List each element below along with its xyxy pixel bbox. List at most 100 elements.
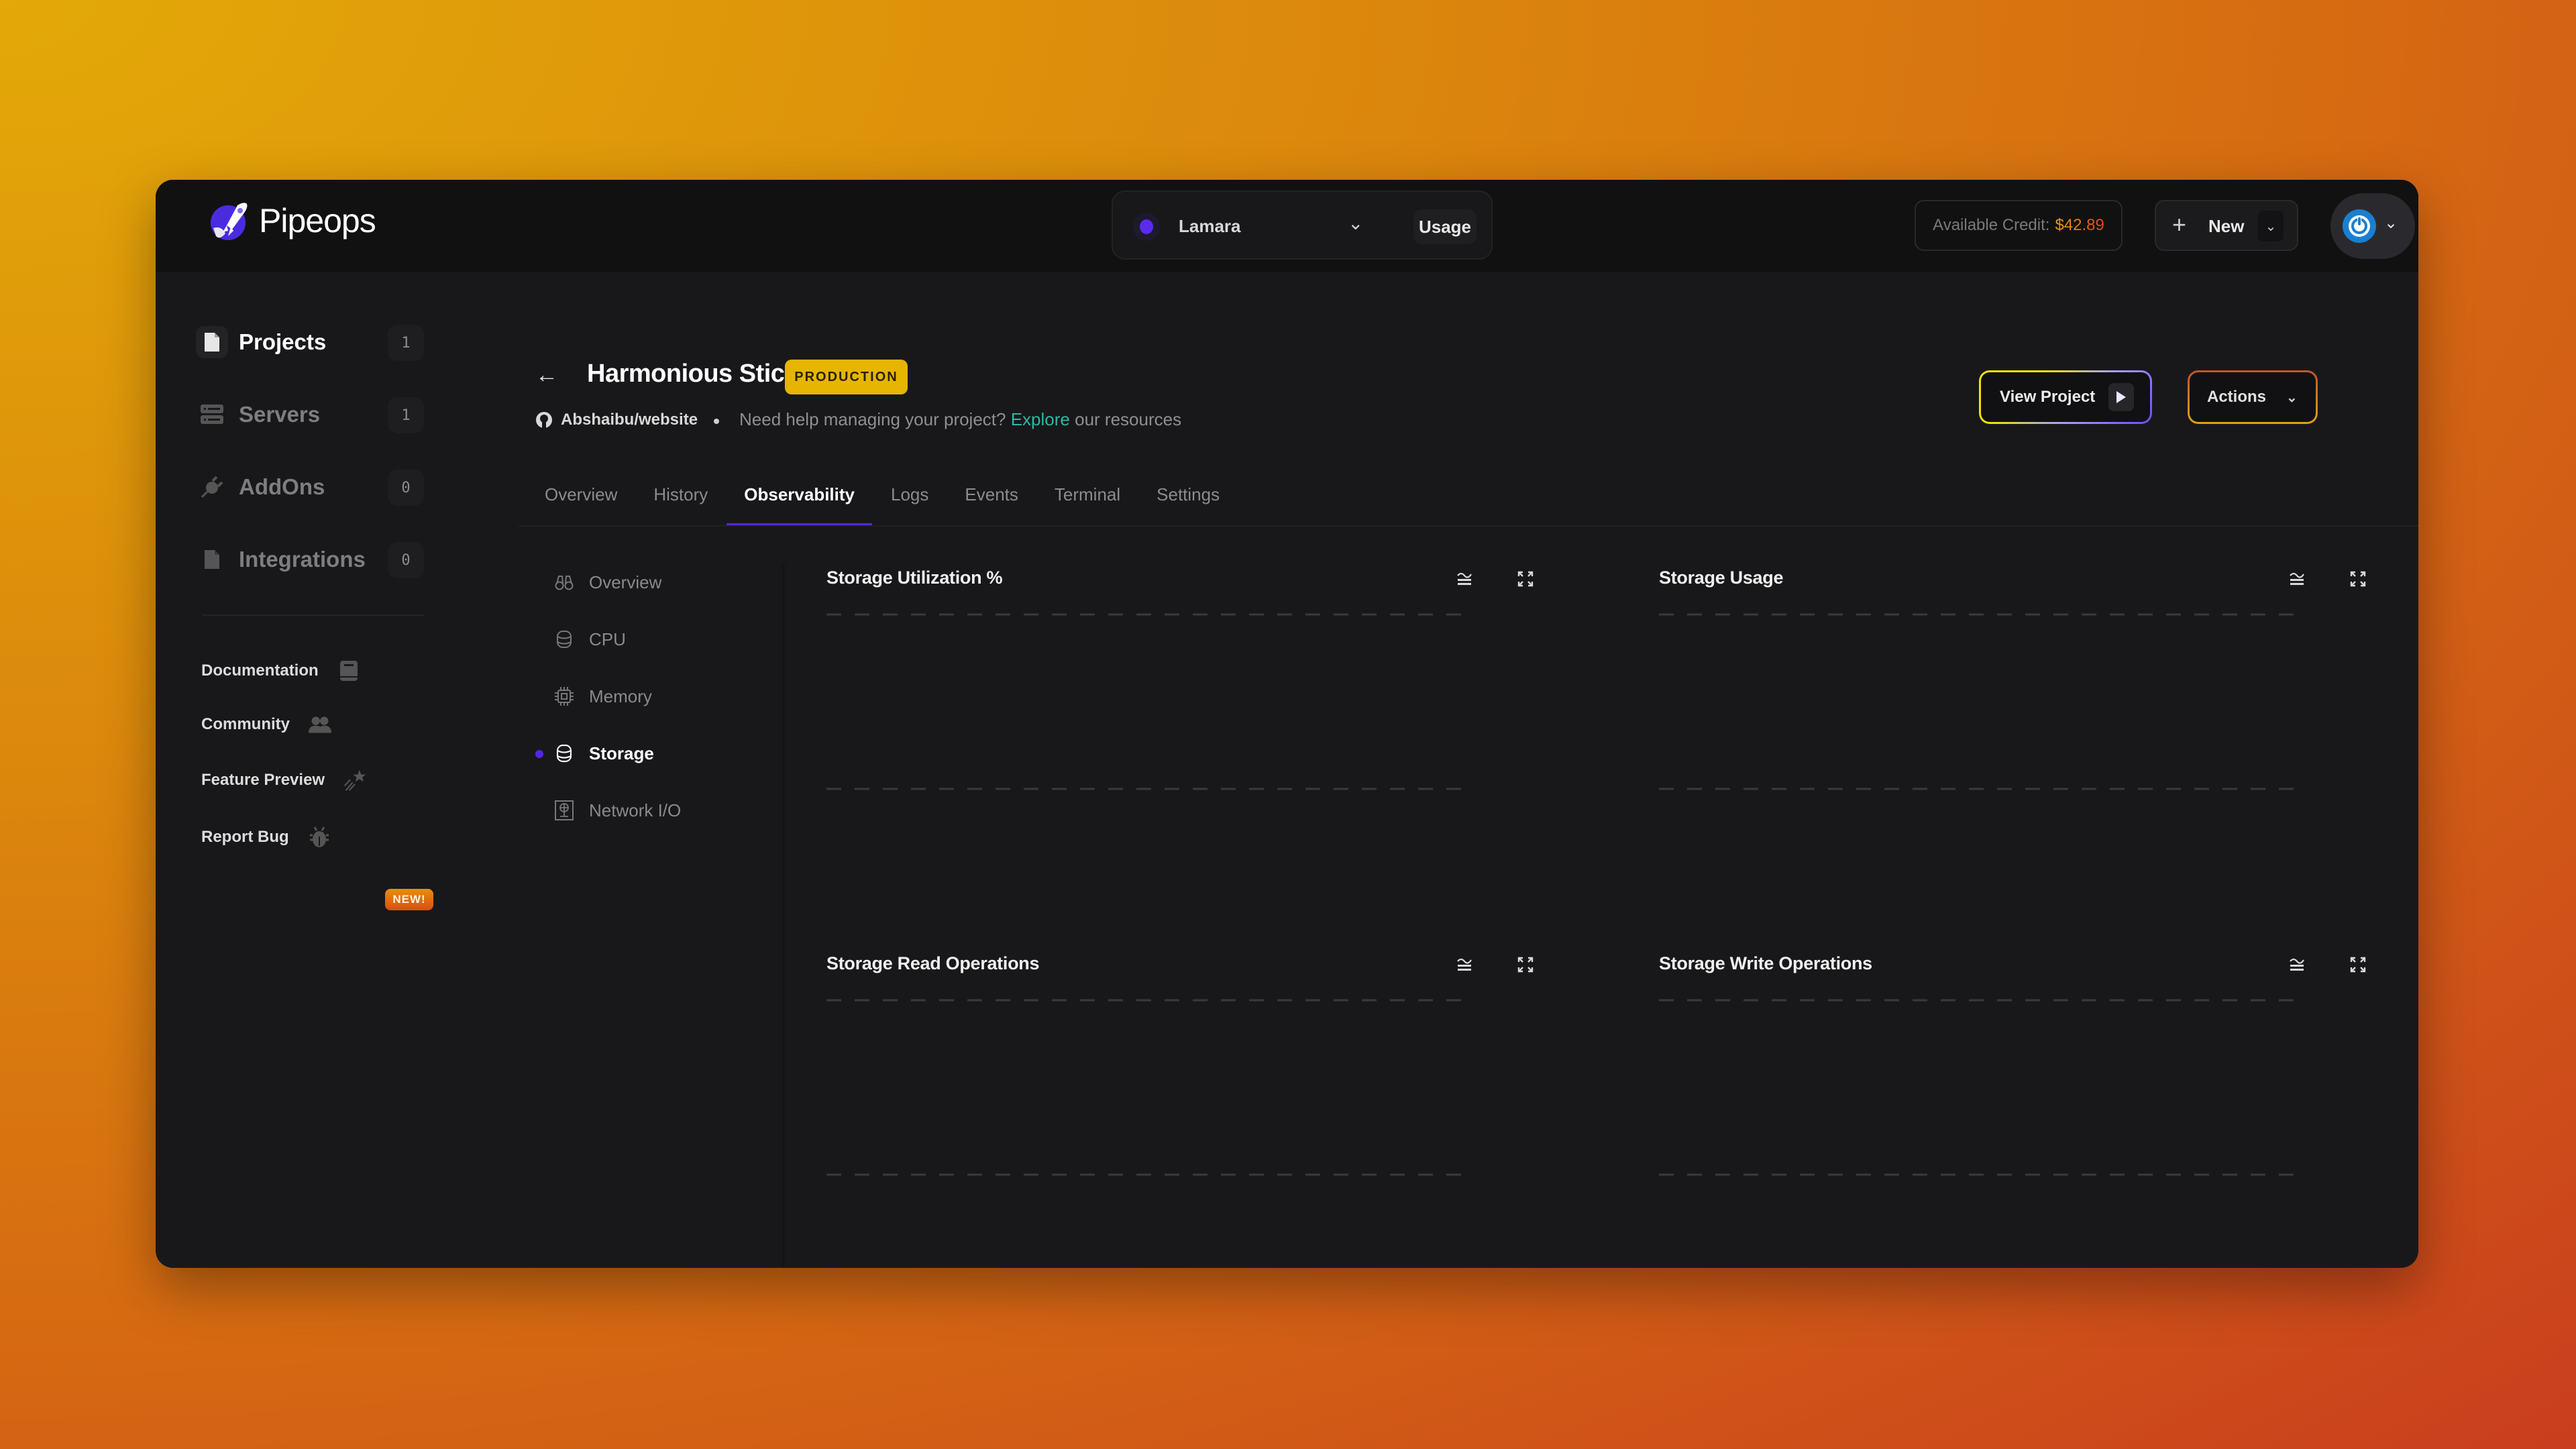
chart-plot xyxy=(826,999,1467,1176)
database-icon xyxy=(554,629,574,649)
chart-storage-read-operations: Storage Read Operations xyxy=(826,953,1551,1268)
help-suffix: our resources xyxy=(1075,409,1182,429)
sidebar-link-community[interactable]: Community xyxy=(201,711,331,738)
actions-label: Actions xyxy=(2207,388,2267,406)
environment-badge: PRODUCTION xyxy=(785,360,908,394)
link-label: Community xyxy=(201,715,290,733)
environment-selector[interactable]: Lamara ⌄ Usage xyxy=(1112,191,1493,260)
avatar xyxy=(2343,209,2376,243)
chart-type-toggle-icon[interactable] xyxy=(1453,953,1476,976)
help-text: Need help managing your project? Explore… xyxy=(739,409,1181,430)
project-title: Harmonious Stick xyxy=(587,360,799,388)
link-label: Documentation xyxy=(201,661,319,680)
view-project-label: View Project xyxy=(2000,388,2096,406)
tab-events[interactable]: Events xyxy=(965,475,1018,529)
sidebar-item-label: Servers xyxy=(239,402,321,427)
file-icon xyxy=(196,326,228,358)
chart-title: Storage Usage xyxy=(1659,568,1784,588)
view-project-button[interactable]: View Project xyxy=(1979,370,2152,424)
app-window: Pipeops Lamara ⌄ Usage Available Credit:… xyxy=(156,180,2418,1268)
chart-type-toggle-icon[interactable] xyxy=(1453,568,1476,590)
project-tabs: Overview History Observability Logs Even… xyxy=(545,475,1256,529)
active-indicator-dot xyxy=(535,750,543,758)
sidebar-item-servers[interactable]: Servers 1 xyxy=(196,394,424,435)
file-icon xyxy=(196,543,228,576)
bug-icon xyxy=(308,826,331,849)
server-icon xyxy=(196,398,228,431)
repository-name: Abshaibu/website xyxy=(561,411,698,429)
tab-history[interactable]: History xyxy=(653,475,708,529)
sidebar-link-documentation[interactable]: Documentation xyxy=(201,657,360,684)
tab-terminal[interactable]: Terminal xyxy=(1055,475,1120,529)
sidebar-item-label: Projects xyxy=(239,329,327,354)
sidebar-item-projects[interactable]: Projects 1 xyxy=(196,322,424,362)
sidebar-link-feature-preview[interactable]: Feature Preview xyxy=(201,767,366,794)
account-menu[interactable]: ⌄ xyxy=(2330,193,2415,259)
expand-icon[interactable] xyxy=(1514,953,1537,976)
chip-icon xyxy=(554,686,574,706)
book-icon xyxy=(337,659,360,682)
subnav-memory[interactable]: Memory xyxy=(554,683,652,710)
github-icon xyxy=(536,412,552,428)
subnav-label: Overview xyxy=(589,572,662,592)
new-dropdown-chevron-icon[interactable]: ⌄ xyxy=(2258,211,2284,241)
chevron-down-icon: ⌄ xyxy=(2384,214,2398,232)
sidebar-item-count: 1 xyxy=(388,397,424,433)
tab-logs[interactable]: Logs xyxy=(891,475,928,529)
actions-button[interactable]: Actions ⌄ xyxy=(2188,370,2318,424)
available-credit: Available Credit: $42.89 xyxy=(1915,200,2123,251)
explore-link[interactable]: Explore xyxy=(1011,409,1070,429)
separator-dot xyxy=(714,419,719,424)
repository-link[interactable]: Abshaibu/website xyxy=(535,411,698,429)
subnav-storage[interactable]: Storage xyxy=(554,740,654,767)
chevron-down-icon: ⌄ xyxy=(2286,390,2298,405)
chart-type-toggle-icon[interactable] xyxy=(2286,568,2308,590)
logo[interactable]: Pipeops xyxy=(208,199,376,243)
link-label: Feature Preview xyxy=(201,771,325,789)
expand-icon[interactable] xyxy=(2347,568,2369,590)
subnav-divider xyxy=(782,564,785,1268)
shooting-star-icon xyxy=(343,769,366,792)
rocket-logo-icon xyxy=(211,203,248,240)
credit-label: Available Credit: xyxy=(1933,216,2050,234)
tab-observability[interactable]: Observability xyxy=(727,475,872,529)
chart-title: Storage Utilization % xyxy=(826,568,1003,588)
plug-icon xyxy=(196,471,228,503)
chart-type-toggle-icon[interactable] xyxy=(2286,953,2308,976)
database-icon xyxy=(554,743,574,763)
help-prefix: Need help managing your project? xyxy=(739,409,1006,429)
sidebar-item-addons[interactable]: AddOns 0 xyxy=(196,467,424,507)
expand-icon[interactable] xyxy=(1514,568,1537,590)
play-icon xyxy=(2108,383,2135,411)
subnav-label: Network I/O xyxy=(589,800,682,820)
environment-name: Lamara xyxy=(1179,216,1241,236)
credit-amount: $42.89 xyxy=(2055,216,2104,234)
sidebar-link-report-bug[interactable]: Report Bug xyxy=(201,824,331,851)
chart-plot xyxy=(1659,999,2300,1176)
subnav-network-io[interactable]: Network I/O xyxy=(554,797,681,824)
sidebar-item-label: AddOns xyxy=(239,474,325,499)
chart-storage-usage: Storage Usage xyxy=(1659,568,2383,903)
sidebar-divider xyxy=(203,614,424,616)
sidebar-item-count: 0 xyxy=(388,470,424,506)
sidebar-item-count: 1 xyxy=(388,325,424,361)
tab-overview[interactable]: Overview xyxy=(545,475,617,529)
subnav-overview[interactable]: Overview xyxy=(554,569,661,596)
subnav-cpu[interactable]: CPU xyxy=(554,626,626,653)
power-icon xyxy=(2349,215,2370,237)
link-label: Report Bug xyxy=(201,828,289,846)
subnav-label: Storage xyxy=(589,743,654,763)
chevron-down-icon[interactable]: ⌄ xyxy=(1348,212,1363,234)
sidebar-item-integrations[interactable]: Integrations 0 xyxy=(196,539,424,580)
subnav-label: Memory xyxy=(589,686,652,706)
back-arrow-icon[interactable]: ← xyxy=(535,362,558,388)
new-badge: NEW! xyxy=(385,889,433,910)
usage-button[interactable]: Usage xyxy=(1413,209,1477,244)
tab-settings[interactable]: Settings xyxy=(1157,475,1220,529)
sidebar-item-label: Integrations xyxy=(239,547,366,572)
new-button[interactable]: + New ⌄ xyxy=(2155,200,2298,251)
chart-title: Storage Read Operations xyxy=(826,953,1040,973)
expand-icon[interactable] xyxy=(2347,953,2369,976)
chart-plot xyxy=(826,613,1467,790)
environment-status-dot xyxy=(1140,219,1153,234)
